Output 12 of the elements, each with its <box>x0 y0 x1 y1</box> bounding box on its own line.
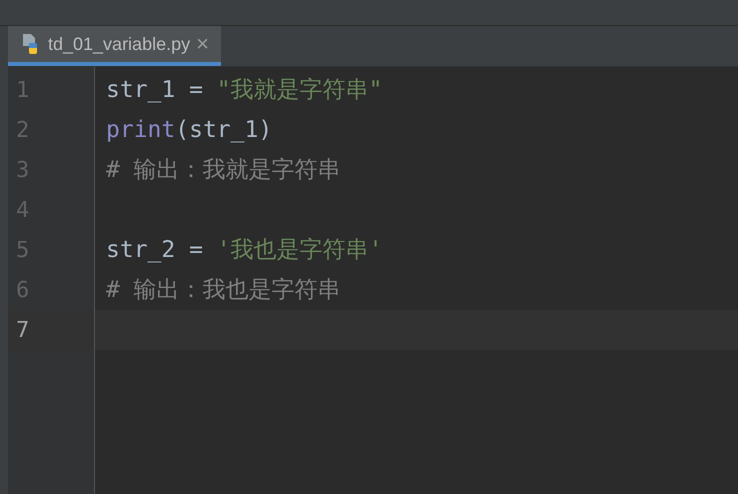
code-keyword: print <box>106 116 176 145</box>
string-literal: "我就是字符串" <box>216 76 382 105</box>
tab-label: td_01_variable.py <box>48 32 190 56</box>
code-text: (str_1) <box>175 116 272 145</box>
code-comment: # 输出：我也是字符串 <box>106 276 341 305</box>
code-text: str_1 = <box>106 76 204 105</box>
file-tab[interactable]: td_01_variable.py × <box>8 26 221 66</box>
code-text: str_2 = <box>106 236 204 265</box>
close-icon[interactable]: × <box>196 33 209 55</box>
line-number: 7 <box>16 316 30 344</box>
string-literal: '我也是字符串' <box>216 236 382 265</box>
code-comment: # 输出：我就是字符串 <box>106 156 341 185</box>
